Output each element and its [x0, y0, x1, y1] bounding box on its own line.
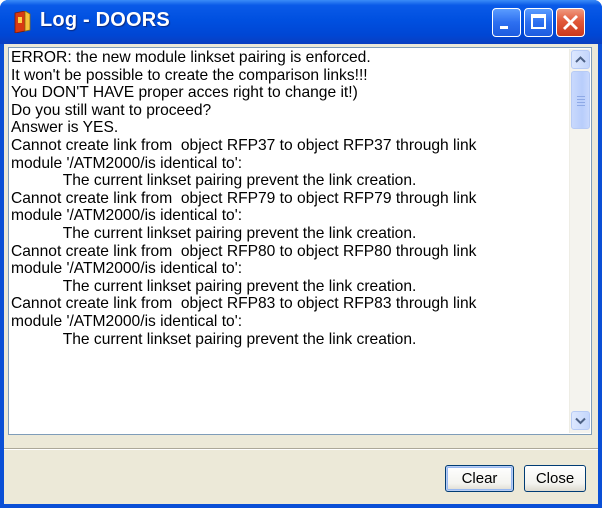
close-icon [563, 15, 578, 30]
log-line: Cannot create link from object RFP80 to … [11, 242, 477, 260]
log-line: It won't be possible to create the compa… [11, 66, 368, 84]
vertical-scrollbar[interactable] [569, 49, 590, 433]
log-line: module '/ATM2000/is identical to': [11, 207, 243, 225]
log-line: Cannot create link from object RFP79 to … [11, 189, 477, 207]
separator-highlight [4, 449, 598, 450]
log-line: Cannot create link from object RFP37 to … [11, 136, 477, 154]
clear-button[interactable]: Clear [445, 465, 514, 492]
maximize-button[interactable] [524, 8, 553, 37]
log-line: The current linkset pairing prevent the … [11, 330, 417, 348]
log-line: The current linkset pairing prevent the … [11, 277, 417, 295]
chevron-down-icon [575, 417, 586, 425]
scroll-up-button[interactable] [571, 50, 590, 69]
log-window: Log - DOORS ERROR: the new module linkse… [0, 0, 602, 508]
window-title: Log - DOORS [40, 9, 170, 31]
close-window-button[interactable] [556, 8, 585, 37]
title-bar[interactable]: Log - DOORS [0, 0, 602, 44]
log-line: module '/ATM2000/is identical to': [11, 154, 243, 172]
close-button[interactable]: Close [524, 465, 586, 492]
chevron-up-icon [575, 56, 586, 63]
log-line: module '/ATM2000/is identical to': [11, 260, 243, 278]
log-line: The current linkset pairing prevent the … [11, 172, 417, 190]
log-line: module '/ATM2000/is identical to': [11, 312, 243, 330]
scroll-down-button[interactable] [571, 411, 590, 430]
log-line: ERROR: the new module linkset pairing is… [11, 49, 371, 66]
log-line: You DON'T HAVE proper acces right to cha… [11, 84, 358, 102]
log-content: ERROR: the new module linkset pairing is… [11, 49, 565, 433]
scroll-thumb[interactable] [571, 71, 590, 129]
log-line: Cannot create link from object RFP83 to … [11, 295, 477, 313]
minimize-icon [500, 26, 508, 29]
log-line: Do you still want to proceed? [11, 101, 212, 119]
maximize-icon [531, 14, 546, 29]
log-line: The current linkset pairing prevent the … [11, 224, 417, 242]
log-text-area[interactable]: ERROR: the new module linkset pairing is… [8, 47, 592, 435]
minimize-button[interactable] [492, 8, 521, 37]
window-client-area: ERROR: the new module linkset pairing is… [4, 44, 598, 504]
doors-app-icon [12, 10, 32, 34]
log-line: Answer is YES. [11, 119, 119, 137]
